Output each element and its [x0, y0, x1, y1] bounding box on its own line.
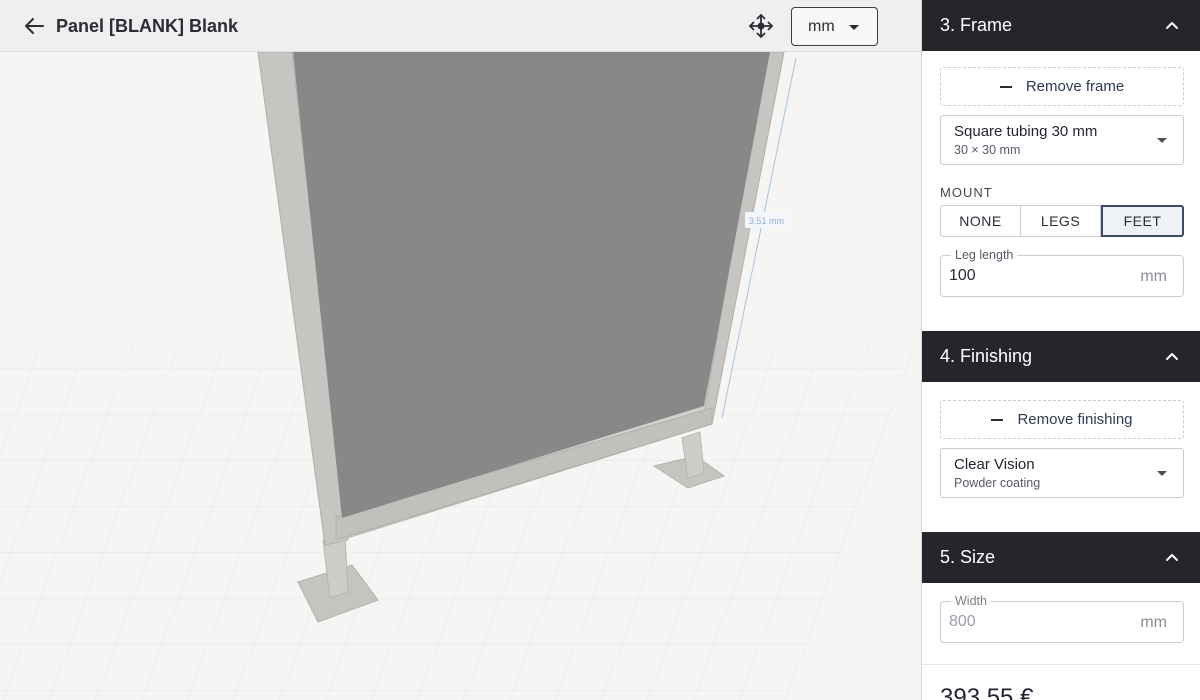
- width-field: Width mm: [940, 594, 1184, 643]
- config-panel: 3. Frame Remove frame Square tubing 30 m…: [921, 0, 1200, 700]
- remove-frame-button[interactable]: Remove frame: [940, 67, 1184, 106]
- price-bar: 393,55 €: [922, 664, 1200, 700]
- arrow-left-icon: [25, 18, 44, 34]
- finishing-main: Clear Vision: [954, 456, 1035, 473]
- frame-profile-select[interactable]: Square tubing 30 mm 30 × 30 mm: [940, 115, 1184, 165]
- section-title-finishing: 4. Finishing: [940, 346, 1033, 366]
- 3d-scene[interactable]: 3.51 mm: [0, 0, 921, 700]
- section-header-finishing[interactable]: 4. Finishing: [922, 331, 1200, 382]
- section-title-frame: 3. Frame: [940, 15, 1013, 35]
- minus-icon: [999, 85, 1012, 88]
- minus-icon: [991, 418, 1004, 421]
- remove-finishing-button[interactable]: Remove finishing: [940, 400, 1184, 439]
- unit-select[interactable]: mm: [791, 7, 878, 46]
- finishing-select[interactable]: Clear Vision Powder coating: [940, 448, 1184, 498]
- leg-length-field: Leg length mm: [940, 248, 1184, 297]
- chevron-up-icon: [1166, 554, 1178, 561]
- caret-down-icon: [849, 25, 859, 30]
- move-tool-button[interactable]: [747, 12, 775, 40]
- caret-down-icon: [1157, 138, 1167, 143]
- chevron-up-icon: [1166, 22, 1178, 29]
- 3d-viewport[interactable]: 3.51 mm Panel [BLANK] Blank mm: [0, 0, 921, 700]
- width-label: Width: [951, 594, 991, 608]
- caret-down-icon: [1157, 471, 1167, 476]
- remove-finishing-label: Remove finishing: [1017, 411, 1133, 428]
- chevron-up-icon: [1166, 353, 1178, 360]
- leg-length-input[interactable]: [949, 267, 1099, 285]
- page-title: Panel [BLANK] Blank: [56, 16, 239, 36]
- width-input[interactable]: [949, 613, 1099, 631]
- leg-length-label: Leg length: [951, 248, 1018, 262]
- mount-label: MOUNT: [940, 185, 993, 200]
- mount-option-legs[interactable]: LEGS: [1021, 205, 1101, 237]
- unit-select-value: mm: [808, 18, 835, 35]
- section-spacer: [922, 311, 1200, 331]
- scroll-fade: [922, 645, 1200, 665]
- section-title-size: 5. Size: [940, 547, 996, 567]
- mount-option-feet[interactable]: FEET: [1101, 205, 1184, 237]
- finishing-sub: Powder coating: [954, 476, 1041, 490]
- mount-option-none[interactable]: NONE: [940, 205, 1021, 237]
- mount-toggle-group: NONE LEGS FEET: [940, 205, 1184, 237]
- leg-length-unit: mm: [1140, 268, 1167, 285]
- dimension-label: 3.51 mm: [749, 216, 784, 226]
- back-button[interactable]: [22, 14, 46, 38]
- top-bar: Panel [BLANK] Blank mm: [0, 0, 921, 52]
- section-header-size[interactable]: 5. Size: [922, 532, 1200, 583]
- frame-profile-main: Square tubing 30 mm: [954, 123, 1098, 140]
- frame-profile-sub: 30 × 30 mm: [954, 143, 1021, 157]
- remove-frame-label: Remove frame: [1025, 78, 1125, 95]
- total-price: 393,55 €: [940, 684, 1034, 700]
- width-unit: mm: [1140, 614, 1167, 631]
- section-header-frame[interactable]: 3. Frame: [922, 0, 1200, 51]
- move-arrows-icon: [749, 14, 773, 38]
